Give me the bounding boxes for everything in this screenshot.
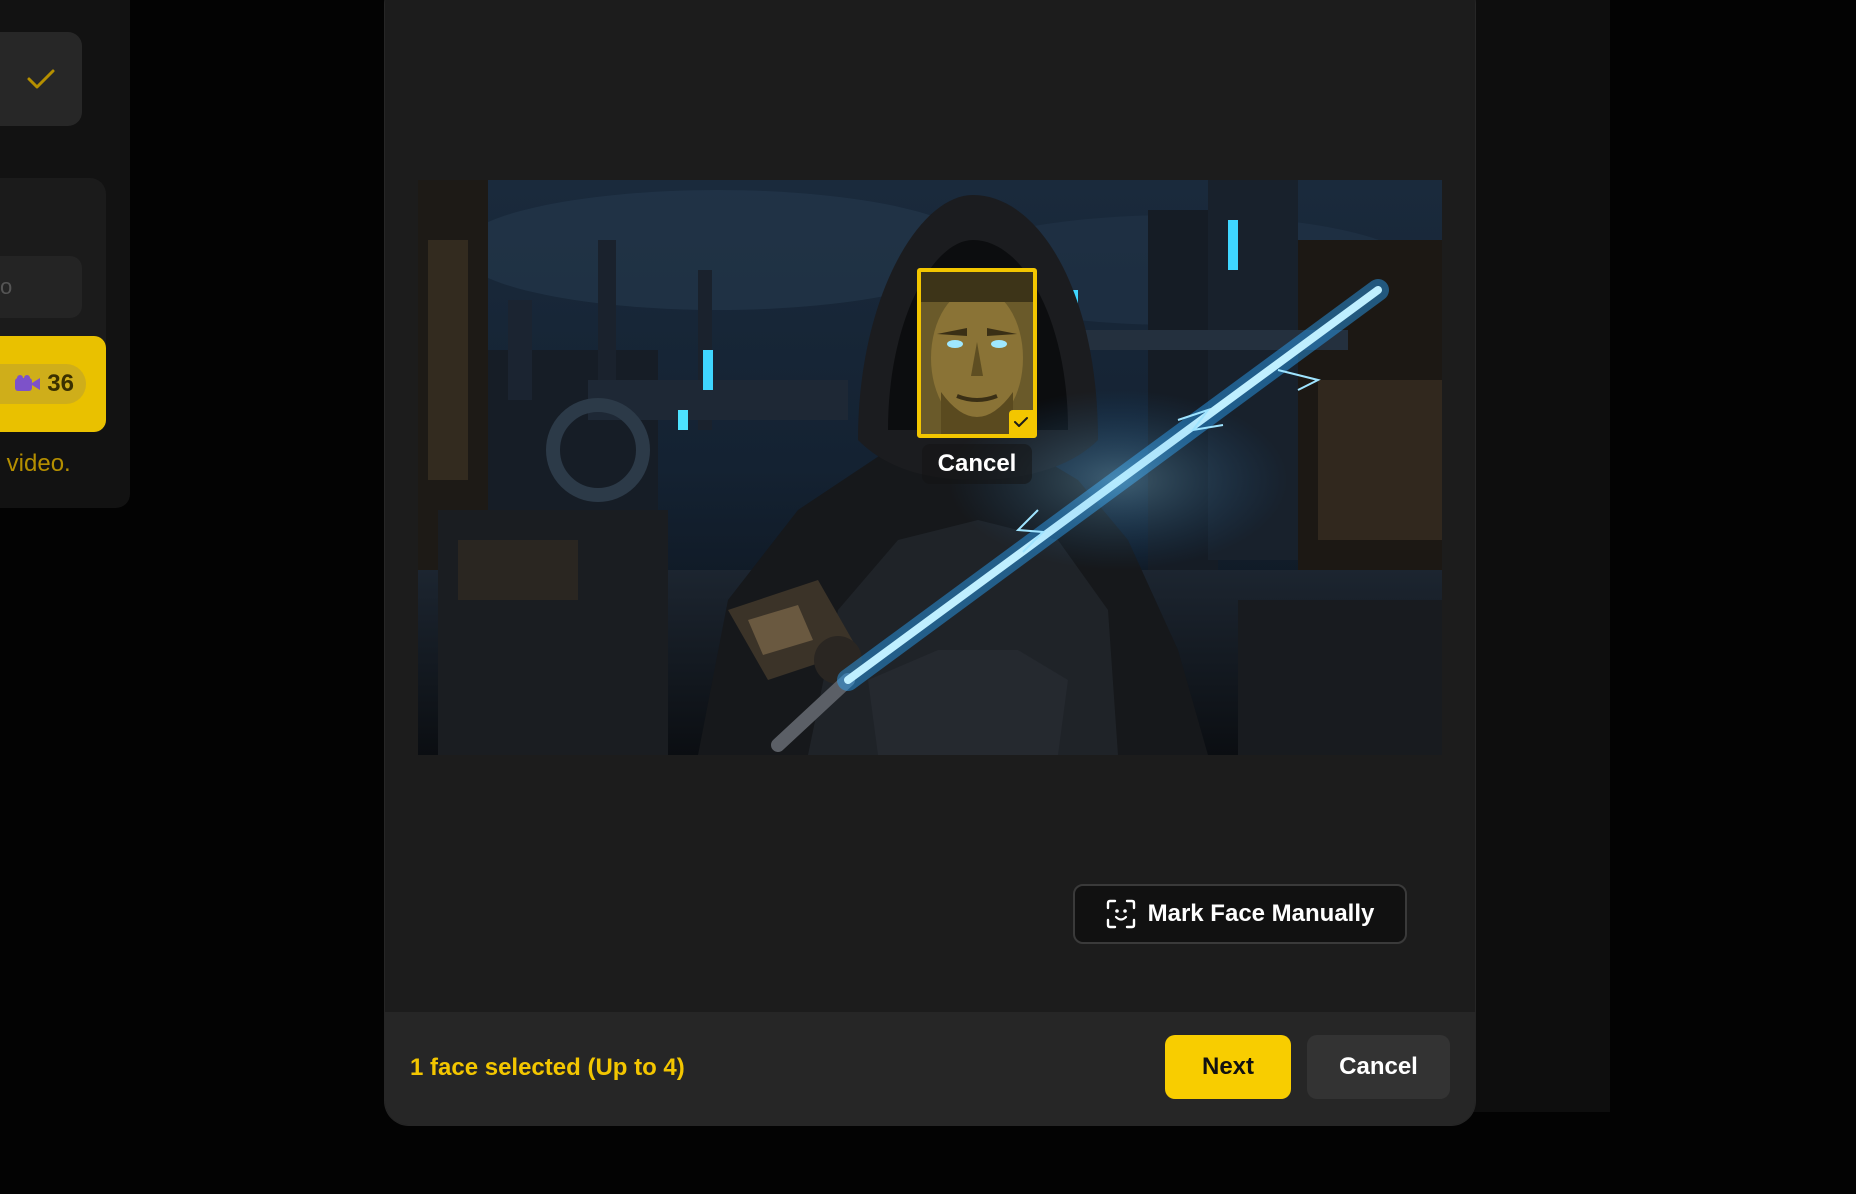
mark-face-manually-button[interactable]: Mark Face Manually — [1073, 884, 1407, 944]
mark-face-label: Mark Face Manually — [1147, 900, 1375, 927]
cancel-button[interactable]: Cancel — [1307, 1035, 1450, 1099]
face-selected-badge — [1009, 410, 1033, 434]
hint-text: r video. — [0, 450, 71, 477]
right-background-panel — [1470, 0, 1610, 1112]
confirm-check-button[interactable] — [0, 32, 82, 126]
check-icon — [1014, 417, 1028, 427]
face-selection-modal: Cancel Mark Face Manually 1 face selecte… — [385, 0, 1475, 1125]
modal-footer: 1 face selected (Up to 4) Next Cancel — [385, 1012, 1475, 1125]
detected-face-box[interactable] — [917, 268, 1037, 438]
video-camera-icon — [15, 375, 41, 391]
left-sidebar-panel: o 36 r video. — [0, 0, 130, 508]
face-cancel-button[interactable]: Cancel — [922, 444, 1032, 484]
credit-count: 36 — [47, 370, 74, 397]
next-button[interactable]: Next — [1165, 1035, 1291, 1099]
background-input[interactable]: o — [0, 256, 82, 318]
face-scan-icon — [1106, 899, 1135, 929]
source-image: Cancel — [418, 180, 1442, 755]
check-icon — [27, 69, 55, 89]
credit-badge: 36 — [0, 364, 86, 404]
face-selection-status: 1 face selected (Up to 4) — [410, 1054, 685, 1081]
